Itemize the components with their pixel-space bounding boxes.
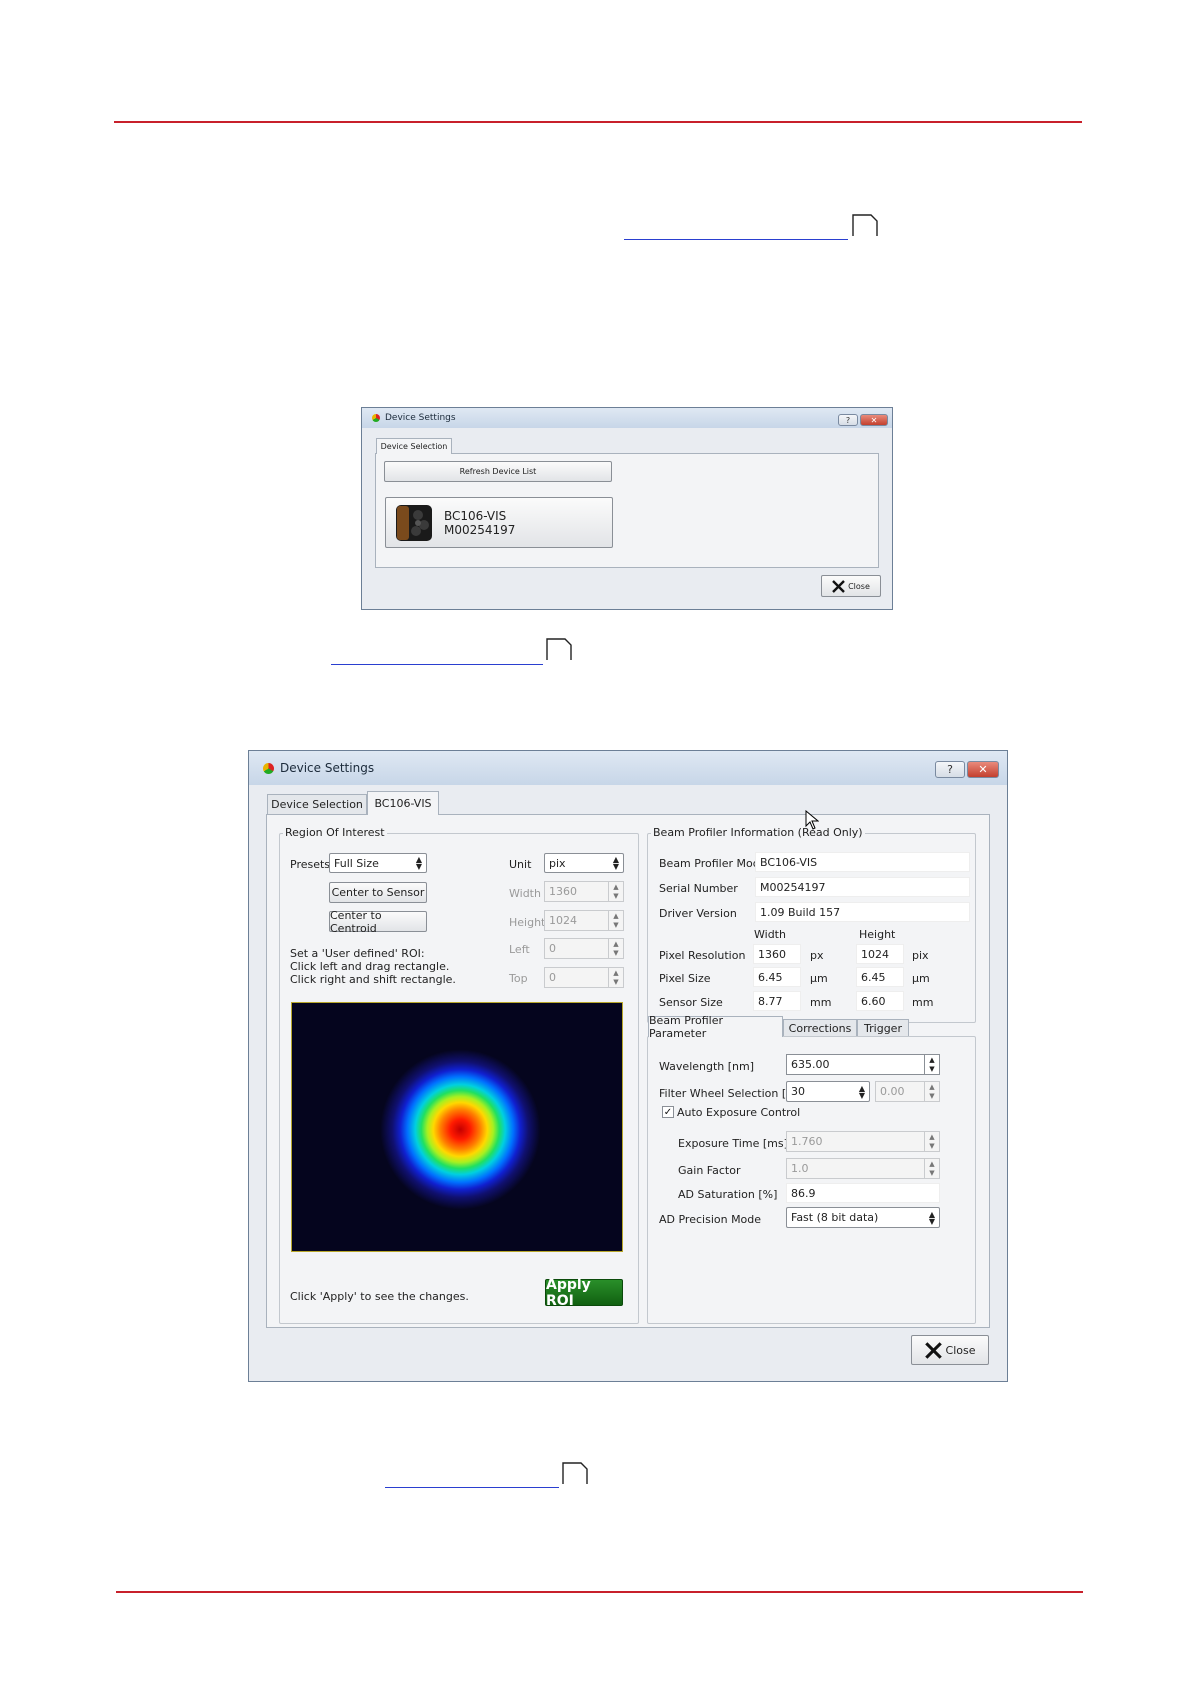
- info-row-height: 1024: [856, 944, 904, 964]
- info-row-label: Pixel Resolution: [659, 949, 746, 962]
- filter-wheel-select[interactable]: 30 ▲ ▼: [786, 1081, 870, 1102]
- ad-saturation-value: 86.9: [786, 1183, 940, 1203]
- help-button[interactable]: ?: [838, 414, 858, 426]
- page-reference-icon: [562, 1462, 588, 1484]
- info-row-height: 6.60: [856, 991, 904, 1011]
- cross-reference-link[interactable]: [331, 664, 543, 665]
- cross-reference-link[interactable]: [624, 239, 848, 240]
- window-close-button[interactable]: ✕: [860, 414, 888, 426]
- app-icon: [263, 762, 274, 774]
- roi-width-spinbox[interactable]: 1360 ▲ ▼: [544, 881, 624, 902]
- parameter-panel: [647, 1036, 976, 1324]
- gain-factor-label: Gain Factor: [678, 1164, 741, 1177]
- width-label: Width: [509, 887, 541, 900]
- tab-beam-profiler-parameter[interactable]: Beam Profiler Parameter: [648, 1014, 783, 1040]
- unit-select[interactable]: pix ▲ ▼: [544, 853, 624, 873]
- driver-value: 1.09 Build 157: [755, 902, 970, 922]
- left-label: Left: [509, 943, 530, 956]
- exposure-time-spinbox[interactable]: 1.760 ▲ ▼: [786, 1131, 940, 1152]
- tab-device-selection[interactable]: Device Selection: [267, 794, 367, 814]
- filter-wheel-label: Filter Wheel Selection [dB]: [659, 1087, 805, 1100]
- wavelength-label: Wavelength [nm]: [659, 1060, 755, 1073]
- height-column-header: Height: [859, 928, 896, 941]
- beam-profile-image[interactable]: [291, 1002, 623, 1252]
- model-label: Beam Profiler Model: [659, 857, 770, 870]
- exposure-time-label: Exposure Time [ms]: [678, 1137, 788, 1150]
- device-settings-dialog-small: Device Settings ? ✕ Device Selection Ref…: [361, 407, 893, 610]
- info-row-width: 8.77: [753, 991, 801, 1011]
- page-reference-icon: [852, 214, 878, 236]
- presets-label: Presets: [290, 858, 331, 871]
- tab-corrections[interactable]: Corrections: [783, 1019, 857, 1037]
- ad-precision-label: AD Precision Mode: [659, 1213, 762, 1226]
- roi-height-spinbox[interactable]: 1024 ▲ ▼: [544, 910, 624, 931]
- cross-reference-link[interactable]: [385, 1487, 559, 1488]
- top-label: Top: [509, 972, 528, 985]
- help-button[interactable]: ?: [935, 761, 965, 778]
- app-icon: [372, 414, 380, 422]
- info-row-label: Sensor Size: [659, 996, 723, 1009]
- info-row-height-unit: pix: [912, 949, 929, 962]
- page-reference-icon: [546, 638, 572, 660]
- device-serial-label: M00254197: [444, 522, 516, 537]
- roi-left-spinbox[interactable]: 0 ▲ ▼: [544, 938, 624, 959]
- driver-label: Driver Version: [659, 907, 737, 920]
- model-value: BC106-VIS: [755, 852, 970, 872]
- device-settings-dialog: Device Settings ? ✕ Device Selection BC1…: [248, 750, 1008, 1382]
- wavelength-spinbox[interactable]: 635.00 ▲ ▼: [786, 1054, 940, 1075]
- info-row-label: Pixel Size: [659, 972, 711, 985]
- window-title: Device Settings: [385, 413, 456, 423]
- info-row-width: 1360: [753, 944, 801, 964]
- info-row-height: 6.45: [856, 967, 904, 987]
- presets-select[interactable]: Full Size ▲ ▼: [329, 853, 427, 873]
- footer-rule: [116, 1591, 1083, 1593]
- info-row-width-unit: px: [810, 949, 824, 962]
- mouse-cursor-icon: [805, 810, 819, 830]
- close-x-icon: [832, 579, 845, 593]
- roi-hint: Set a 'User defined' ROI: Click left and…: [290, 947, 456, 986]
- device-model-label: BC106-VIS: [444, 508, 507, 523]
- apply-roi-button[interactable]: Apply ROI: [545, 1277, 623, 1309]
- apply-hint: Click 'Apply' to see the changes.: [290, 1290, 469, 1303]
- info-group-title: Beam Profiler Information (Read Only): [651, 826, 865, 839]
- gain-factor-spinbox[interactable]: 1.0 ▲ ▼: [786, 1158, 940, 1179]
- header-rule: [114, 121, 1082, 123]
- info-row-height-unit: mm: [912, 996, 934, 1009]
- close-button[interactable]: Close: [821, 575, 881, 597]
- close-button[interactable]: Close: [911, 1335, 989, 1365]
- updown-arrows-icon: ▲ ▼: [612, 855, 619, 871]
- width-column-header: Width: [754, 928, 786, 941]
- filter-wheel-extra-spinbox[interactable]: 0.00 ▲ ▼: [875, 1081, 940, 1102]
- roi-group-title: Region Of Interest: [283, 826, 387, 839]
- unit-label: Unit: [509, 858, 532, 871]
- refresh-device-list-button[interactable]: Refresh Device List: [384, 461, 612, 482]
- tab-bc106-vis[interactable]: BC106-VIS: [367, 791, 439, 815]
- close-x-icon: [924, 1341, 942, 1359]
- check-icon: ✓: [663, 1106, 673, 1118]
- ad-saturation-label: AD Saturation [%]: [678, 1188, 778, 1201]
- tab-trigger[interactable]: Trigger: [857, 1019, 909, 1037]
- updown-arrows-icon: ▲ ▼: [858, 1083, 865, 1100]
- center-to-centroid-button[interactable]: Center to Centroid: [329, 909, 427, 935]
- height-label: Height: [509, 916, 546, 929]
- updown-arrows-icon: ▲ ▼: [415, 855, 422, 871]
- roi-top-spinbox[interactable]: 0 ▲ ▼: [544, 967, 624, 988]
- camera-device-icon: [396, 504, 432, 541]
- center-to-sensor-button[interactable]: Center to Sensor: [329, 882, 427, 903]
- ad-precision-select[interactable]: Fast (8 bit data) ▲ ▼: [786, 1207, 940, 1228]
- info-row-width-unit: mm: [810, 996, 832, 1009]
- serial-label: Serial Number: [659, 882, 738, 895]
- bc106-tab-panel: Region Of Interest Presets Full Size ▲ ▼ …: [266, 814, 990, 1328]
- tab-device-selection[interactable]: Device Selection: [376, 438, 452, 454]
- device-card-bc106[interactable]: BC106-VIS M00254197: [385, 497, 613, 548]
- auto-exposure-checkbox[interactable]: ✓: [662, 1106, 674, 1118]
- window-close-button[interactable]: ✕: [967, 761, 999, 778]
- window-title: Device Settings: [280, 761, 375, 775]
- info-row-width: 6.45: [753, 967, 801, 987]
- auto-exposure-label: Auto Exposure Control: [677, 1106, 801, 1119]
- serial-value: M00254197: [755, 877, 970, 897]
- info-row-width-unit: µm: [810, 972, 828, 985]
- info-row-height-unit: µm: [912, 972, 930, 985]
- updown-arrows-icon: ▲ ▼: [928, 1209, 935, 1226]
